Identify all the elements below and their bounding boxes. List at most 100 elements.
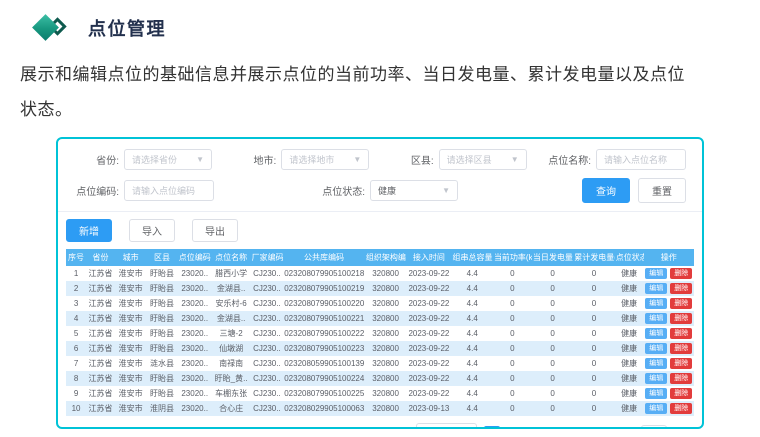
table-cell: 0 (493, 311, 532, 326)
delete-button[interactable]: 删除 (670, 313, 692, 324)
table-cell: 4.4 (452, 341, 493, 356)
table-cell: 健康 (615, 356, 644, 371)
point-name-input[interactable] (596, 149, 686, 170)
delete-button[interactable]: 删除 (670, 328, 692, 339)
table-cell: 320800 (365, 326, 406, 341)
table-cell: 健康 (615, 281, 644, 296)
edit-button[interactable]: 编辑 (645, 343, 667, 354)
table-cell: 23020.. (178, 401, 212, 416)
table-cell: 盱眙县 (146, 371, 177, 386)
delete-button[interactable]: 删除 (670, 388, 692, 399)
table-cell: 8 (66, 371, 86, 386)
table-cell: 023208079905100224 (283, 371, 365, 386)
edit-button[interactable]: 编辑 (645, 328, 667, 339)
goto-page-input[interactable] (641, 425, 667, 430)
table-cell: CJ230.. (251, 356, 284, 371)
table-cell: 盱眙县 (146, 341, 177, 356)
table-cell: 盱眙县 (146, 281, 177, 296)
import-button[interactable]: 导入 (129, 219, 175, 242)
add-button[interactable]: 新增 (66, 219, 112, 242)
province-select[interactable]: 请选择省份 ▼ (124, 149, 212, 170)
page-number[interactable]: 2 (507, 426, 523, 430)
actions-cell: 编辑删除 (644, 341, 694, 356)
delete-button[interactable]: 删除 (670, 343, 692, 354)
edit-button[interactable]: 编辑 (645, 403, 667, 414)
table-cell: 0 (573, 371, 614, 386)
table-row: 6江苏省淮安市盱眙县23020..仙墩湖CJ230..0232080799051… (66, 341, 694, 356)
table-cell: 2023-09-22 (406, 356, 451, 371)
city-select[interactable]: 请选择地市 ▼ (281, 149, 369, 170)
table-cell: CJ230.. (251, 281, 284, 296)
table-cell: 江苏省 (86, 266, 115, 281)
column-header: 累计发电量(度) (573, 249, 614, 266)
table-cell: 2023-09-22 (406, 296, 451, 311)
edit-button[interactable]: 编辑 (645, 298, 667, 309)
table-cell: 0 (532, 281, 573, 296)
delete-button[interactable]: 删除 (670, 298, 692, 309)
search-button[interactable]: 查询 (582, 178, 630, 203)
table-cell: 0 (573, 326, 614, 341)
table-cell: 盱眙县 (146, 386, 177, 401)
column-header: 当日发电量(度) (532, 249, 573, 266)
export-button[interactable]: 导出 (192, 219, 238, 242)
delete-button[interactable]: 删除 (670, 268, 692, 279)
table-cell: 4.4 (452, 266, 493, 281)
table-cell: 江苏省 (86, 296, 115, 311)
delete-button[interactable]: 删除 (670, 403, 692, 414)
page-number[interactable]: 3 (530, 426, 546, 430)
table-cell: 2023-09-22 (406, 371, 451, 386)
table-cell: 南禄南 (212, 356, 251, 371)
table-cell: CJ230.. (251, 266, 284, 281)
table-cell: 320800 (365, 356, 406, 371)
delete-button[interactable]: 删除 (670, 358, 692, 369)
table-cell: 0 (532, 371, 573, 386)
page-number-list: 1234...14 (484, 426, 607, 430)
column-header: 操作 (644, 249, 694, 266)
page-number[interactable]: 4 (553, 426, 569, 430)
table-cell: 健康 (615, 326, 644, 341)
page-number[interactable]: 1 (484, 426, 500, 430)
column-header: 城市 (115, 249, 146, 266)
filter-point-code: 点位编码: (66, 180, 214, 201)
table-cell: 0 (493, 281, 532, 296)
chevron-down-icon: ▼ (353, 156, 361, 164)
page-description: 展示和编辑点位的基础信息并展示点位的当前功率、当日发电量、累计发电量以及点位 状… (20, 57, 755, 127)
table-cell: 涟水县 (146, 356, 177, 371)
point-code-input[interactable] (124, 180, 214, 201)
page-size-select[interactable]: 10条/页 ▼ (416, 423, 477, 429)
delete-button[interactable]: 删除 (670, 373, 692, 384)
chevron-down-icon: ▼ (511, 156, 519, 164)
edit-button[interactable]: 编辑 (645, 283, 667, 294)
table-cell: 0 (493, 341, 532, 356)
edit-button[interactable]: 编辑 (645, 373, 667, 384)
point-status-select[interactable]: 健康 ▼ (370, 180, 458, 201)
page-number[interactable]: 14 (591, 426, 607, 430)
table-cell: 淮安市 (115, 266, 146, 281)
table-cell: 健康 (615, 296, 644, 311)
table-cell: 0 (493, 296, 532, 311)
reset-button[interactable]: 重置 (638, 178, 686, 203)
table-cell: 江苏省 (86, 401, 115, 416)
edit-button[interactable]: 编辑 (645, 268, 667, 279)
edit-button[interactable]: 编辑 (645, 358, 667, 369)
table-cell: 淮安市 (115, 341, 146, 356)
page-size-value: 10条/页 (423, 426, 457, 429)
table-row: 4江苏省淮安市盱眙县23020..金湖县..CJ230..02320807990… (66, 311, 694, 326)
table-cell: 10 (66, 401, 86, 416)
district-select[interactable]: 请选择区县 ▼ (439, 149, 527, 170)
delete-button[interactable]: 删除 (670, 283, 692, 294)
province-label: 省份: (66, 152, 124, 167)
edit-button[interactable]: 编辑 (645, 313, 667, 324)
actions-cell: 编辑删除 (644, 311, 694, 326)
page-header: 点位管理 (0, 0, 760, 44)
point-management-panel: 省份: 请选择省份 ▼ 地市: 请选择地市 ▼ 区县: 请选择区县 ▼ (56, 137, 704, 429)
column-header: 点位名称 (212, 249, 251, 266)
table-cell: 4.4 (452, 371, 493, 386)
column-header: 点位编码 (178, 249, 212, 266)
table-cell: 023208079905100218 (283, 266, 365, 281)
total-count: 共139条 (372, 426, 409, 429)
table-cell: 江苏省 (86, 311, 115, 326)
edit-button[interactable]: 编辑 (645, 388, 667, 399)
district-placeholder: 请选择区县 (447, 153, 492, 166)
table-cell: 江苏省 (86, 341, 115, 356)
